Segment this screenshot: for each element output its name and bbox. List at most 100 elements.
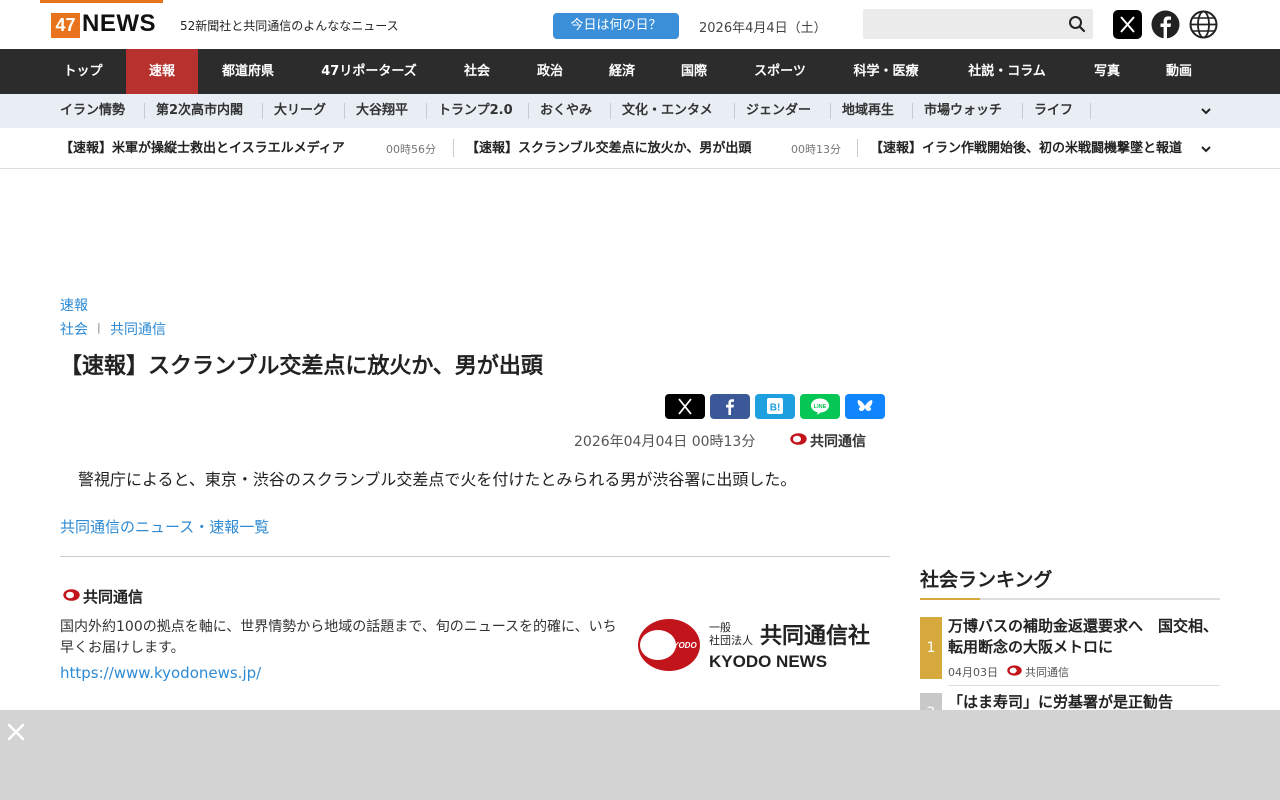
topic-life[interactable]: ライフ — [1034, 94, 1073, 128]
x-icon — [678, 398, 692, 415]
today-in-history-button[interactable]: 今日は何の日？ — [553, 13, 679, 39]
share-hatena-button[interactable]: B! — [755, 394, 795, 419]
topic-divider — [830, 103, 831, 119]
kyodo-mark-icon — [63, 589, 80, 601]
nav-item-politics[interactable]: 政治 — [514, 49, 586, 94]
ranking-item-title[interactable]: 万博バスの補助金返還要求へ 国交相、転用断念の大阪メトロに — [948, 616, 1220, 658]
provider-url-link[interactable]: https://www.kyodonews.jp/ — [60, 664, 261, 682]
nav-item-prefectures[interactable]: 都道府県 — [198, 49, 298, 94]
breaking-news-ticker: 【速報】米軍が操縦士救出とイスラエルメディア 00時56分 【速報】スクランブル… — [0, 128, 1280, 169]
topic-divider — [1090, 103, 1091, 119]
topic-culture[interactable]: 文化・エンタメ — [622, 94, 713, 128]
provider-name: 共同通信 — [83, 588, 144, 606]
article-section-link[interactable]: 社会 — [60, 319, 88, 339]
ranking-item-date: 04月03日 — [948, 666, 998, 679]
site-header: 47 NEWS 52新聞社と共同通信のよんななニュース 今日は何の日？ 2026… — [0, 0, 1280, 49]
nav-item-videos[interactable]: 動画 — [1142, 49, 1216, 94]
nav-item-photos[interactable]: 写真 — [1072, 49, 1142, 94]
topic-regional[interactable]: 地域再生 — [842, 94, 894, 128]
topic-gender[interactable]: ジェンダー — [746, 94, 811, 128]
nav-item-international[interactable]: 国際 — [658, 49, 730, 94]
nav-item-breaking[interactable]: 速報 — [126, 49, 198, 94]
topic-divider — [344, 103, 345, 119]
close-icon[interactable] — [5, 721, 27, 743]
logo-accent-line — [40, 0, 163, 3]
nav-item-top[interactable]: トップ — [40, 49, 126, 94]
nav-item-economy[interactable]: 経済 — [586, 49, 658, 94]
topic-divider — [528, 103, 529, 119]
x-social-icon[interactable] — [1113, 10, 1142, 39]
ranking-underline — [920, 598, 1220, 600]
topic-divider — [610, 103, 611, 119]
ranking-item-source: 共同通信 — [1025, 666, 1069, 679]
svg-text:共同通信社: 共同通信社 — [760, 623, 870, 649]
article-source: 共同通信 — [810, 434, 866, 450]
topic-mlb[interactable]: 大リーグ — [274, 94, 326, 128]
ticker-time: 00時56分 — [386, 143, 436, 156]
share-line-button[interactable]: LINE — [800, 394, 840, 419]
topic-market[interactable]: 市場ウォッチ — [924, 94, 1002, 128]
ticker-time: 00時13分 — [791, 143, 841, 156]
provider-description: 国内外約100の拠点を軸に、世界情勢から地域の話題まで、旬のニュースを的確に、い… — [60, 619, 617, 656]
search-icon[interactable] — [1067, 14, 1087, 34]
ranking-title: 社会ランキング — [920, 569, 1053, 591]
main-nav: トップ 速報 都道府県 47リポーターズ 社会 政治 経済 国際 スポーツ 科学… — [0, 49, 1280, 94]
ranking-divider — [948, 685, 1220, 686]
current-date: 2026年4月4日（土） — [699, 21, 827, 36]
topic-iran[interactable]: イラン情勢 — [60, 94, 125, 128]
article-datetime: 2026年04月04日 00時13分 — [574, 434, 756, 450]
ticker-headline[interactable]: 【速報】イラン作戦開始後、初の米戦闘機撃墜と報道 — [870, 128, 1182, 168]
topic-divider — [144, 103, 145, 119]
nav-item-47reporters[interactable]: 47リポーターズ — [298, 49, 440, 94]
line-icon: LINE — [811, 398, 829, 415]
topic-trump[interactable]: トランプ2.0 — [438, 94, 513, 128]
topic-nav: イラン情勢 第2次高市内閣 大リーグ 大谷翔平 トランプ2.0 おくやみ 文化・… — [0, 94, 1280, 128]
hatena-icon: B! — [767, 398, 783, 414]
bottom-ad-banner — [0, 710, 1280, 800]
nav-item-editorial[interactable]: 社説・コラム — [942, 49, 1072, 94]
article-source-link[interactable]: 共同通信 — [110, 319, 166, 339]
nav-item-science[interactable]: 科学・医療 — [830, 49, 942, 94]
site-tagline: 52新聞社と共同通信のよんななニュース — [180, 19, 399, 33]
svg-text:KYODO NEWS: KYODO NEWS — [709, 652, 827, 671]
facebook-icon — [726, 399, 734, 415]
kyodo-mark-icon — [790, 433, 807, 445]
ticker-divider — [857, 139, 858, 157]
topic-divider — [912, 103, 913, 119]
share-facebook-button[interactable] — [710, 394, 750, 419]
logo-word: NEWS — [82, 10, 156, 37]
source-news-list-link[interactable]: 共同通信のニュース・速報一覧 — [60, 516, 269, 537]
ranking-number: 1 — [920, 617, 942, 679]
topic-ohtani[interactable]: 大谷翔平 — [356, 94, 408, 128]
ticker-headline[interactable]: 【速報】米軍が操縦士救出とイスラエルメディア — [60, 128, 345, 168]
svg-text:LINE: LINE — [814, 404, 827, 410]
svg-text:一般: 一般 — [709, 621, 731, 634]
kyodo-news-logo[interactable]: KYODO 一般 社団法人 共同通信社 KYODO NEWS — [636, 614, 888, 676]
topic-obituaries[interactable]: おくやみ — [540, 94, 592, 128]
site-logo[interactable]: 47 NEWS — [40, 0, 163, 40]
ticker-headline[interactable]: 【速報】スクランブル交差点に放火か、男が出頭 — [466, 128, 751, 168]
facebook-icon[interactable] — [1151, 10, 1180, 39]
nav-item-sports[interactable]: スポーツ — [730, 49, 830, 94]
article-title: 【速報】スクランブル交差点に放火か、男が出頭 — [60, 354, 543, 379]
search-input[interactable] — [863, 9, 1093, 39]
topic-takaichi-cabinet[interactable]: 第2次高市内閣 — [156, 94, 243, 128]
article-category-link[interactable]: 速報 — [60, 295, 88, 315]
svg-text:B!: B! — [770, 403, 781, 414]
section-divider — [60, 556, 890, 557]
ticker-divider — [453, 139, 454, 157]
kyodo-mark-icon — [1007, 665, 1022, 676]
ticker-expand-chevron-down-icon[interactable] — [1200, 143, 1212, 155]
topic-expand-chevron-down-icon[interactable] — [1200, 105, 1212, 117]
topic-divider — [734, 103, 735, 119]
ticker-clip: 【速報】イラン作戦開始後、初の米戦闘機撃墜と報道 — [870, 128, 1196, 168]
nav-item-society[interactable]: 社会 — [440, 49, 514, 94]
share-x-button[interactable] — [665, 394, 705, 419]
logo-number: 47 — [51, 13, 80, 38]
article-body: 警視庁によると、東京・渋谷のスクランブル交差点で火を付けたとみられる男が渋谷署に… — [78, 470, 797, 489]
topic-divider — [262, 103, 263, 119]
globe-icon[interactable] — [1189, 10, 1218, 39]
share-bluesky-button[interactable] — [845, 394, 885, 419]
svg-text:KYODO: KYODO — [667, 641, 697, 650]
topic-divider — [426, 103, 427, 119]
